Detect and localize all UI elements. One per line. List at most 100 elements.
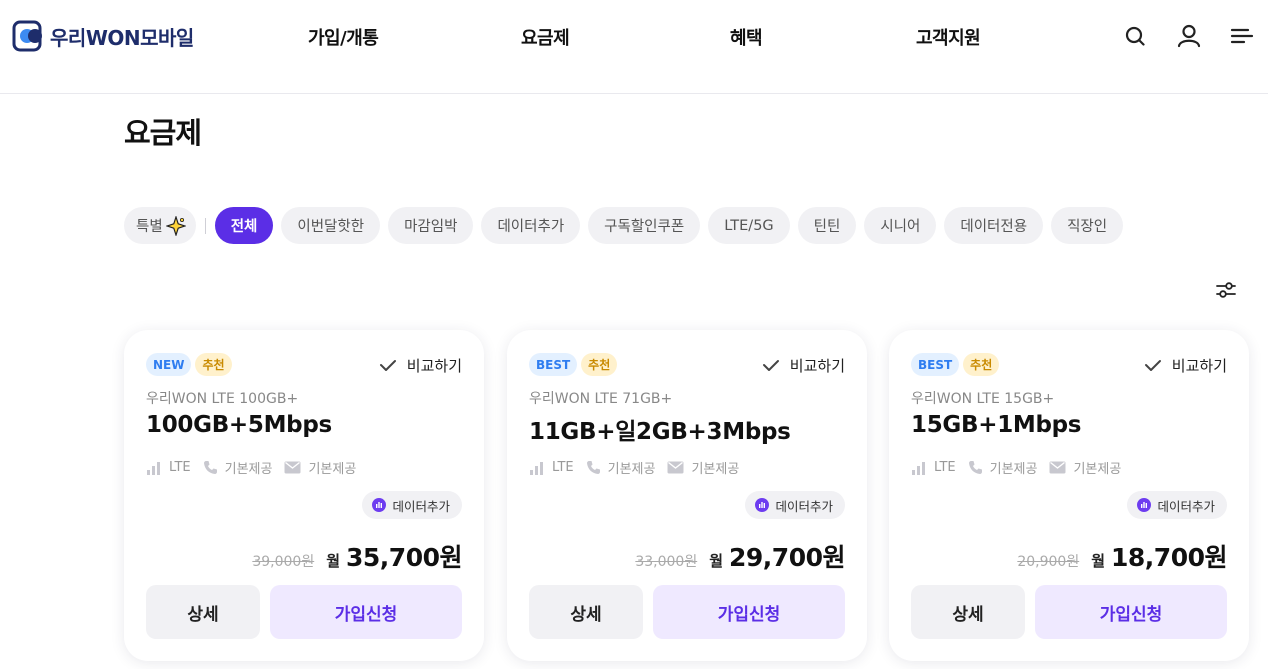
original-price: 33,000원 — [635, 554, 698, 570]
plan-card: BEST 추천 비교하기 우리WON LTE 15GB+ 15GB+1Mbps … — [889, 330, 1249, 661]
nav-support[interactable]: 고객지원 — [916, 24, 981, 50]
data-tag-label: 데이터추가 — [1157, 498, 1215, 514]
logo[interactable]: 우리WON모바일 — [12, 19, 194, 53]
data-tag-label: 데이터추가 — [775, 498, 833, 514]
voice-spec: 기본제공 — [968, 458, 1038, 477]
sms-label: 기본제공 — [308, 462, 357, 477]
phone-icon — [203, 461, 217, 474]
chip-label: 특별 — [136, 219, 163, 235]
nav-benefits[interactable]: 혜택 — [730, 24, 763, 50]
chart-icon — [755, 498, 770, 512]
compare-label: 비교하기 — [789, 357, 845, 375]
sms-spec: 기본제공 — [1049, 458, 1121, 477]
badge-group: BEST 추천 — [529, 353, 618, 376]
network-label: LTE — [169, 460, 191, 475]
month-label: 월 — [326, 552, 341, 570]
plan-subtitle: 우리WON LTE 15GB+ — [911, 391, 1055, 407]
mail-icon — [284, 461, 301, 474]
recommend-badge: 추천 — [195, 353, 232, 376]
data-add-tag: 데이터추가 — [362, 491, 462, 519]
signal-icon — [147, 461, 160, 475]
price-row: 39,000원 월 35,700원 — [252, 538, 462, 574]
network-label: LTE — [934, 460, 956, 475]
network-spec: LTE — [146, 460, 191, 475]
plan-specs: LTE 기본제공 기본제공 — [911, 458, 1133, 477]
category-chips: 특별 전체 이번달핫한 마감임박 데이터추가 구독할인쿠폰 LTE/5G 틴틴 … — [124, 207, 1124, 244]
chip-worker[interactable]: 직장인 — [1051, 207, 1124, 244]
plan-subtitle: 우리WON LTE 71GB+ — [529, 391, 673, 407]
user-icon[interactable] — [1175, 22, 1203, 50]
voice-label: 기본제공 — [989, 462, 1038, 477]
plan-subtitle: 우리WON LTE 100GB+ — [146, 391, 299, 407]
compare-toggle[interactable]: 비교하기 — [379, 355, 462, 376]
chip-hot[interactable]: 이번달핫한 — [281, 207, 381, 244]
join-button[interactable]: 가입신청 — [653, 585, 845, 639]
data-tag-label: 데이터추가 — [392, 498, 450, 514]
logo-text: 우리WON모바일 — [50, 25, 194, 50]
plan-name: 15GB+1Mbps — [911, 412, 1082, 438]
original-price: 20,900원 — [1017, 554, 1080, 570]
badge-group: NEW 추천 — [146, 353, 232, 376]
sale-price: 29,700원 — [729, 543, 845, 572]
original-price: 39,000원 — [252, 554, 315, 570]
voice-spec: 기본제공 — [586, 458, 656, 477]
sms-spec: 기본제공 — [284, 458, 356, 477]
check-icon — [1144, 359, 1161, 371]
compare-toggle[interactable]: 비교하기 — [1144, 355, 1227, 376]
network-spec: LTE — [911, 460, 956, 475]
plan-card: BEST 추천 비교하기 우리WON LTE 71GB+ 11GB+일2GB+3… — [507, 330, 867, 661]
join-button[interactable]: 가입신청 — [270, 585, 462, 639]
filter-settings-icon[interactable] — [1214, 278, 1238, 302]
compare-label: 비교하기 — [1171, 357, 1227, 375]
chip-closing[interactable]: 마감임박 — [388, 207, 474, 244]
mail-icon — [1049, 461, 1066, 474]
chip-teen[interactable]: 틴틴 — [797, 207, 857, 244]
chip-divider — [204, 217, 206, 234]
network-label: LTE — [552, 460, 574, 475]
chip-coupon[interactable]: 구독할인쿠폰 — [588, 207, 701, 244]
search-icon[interactable] — [1122, 22, 1150, 50]
signal-icon — [912, 461, 925, 475]
phone-icon — [586, 461, 600, 474]
plan-specs: LTE 기본제공 기본제공 — [146, 458, 368, 477]
compare-toggle[interactable]: 비교하기 — [762, 355, 845, 376]
data-add-tag: 데이터추가 — [745, 491, 845, 519]
logo-icon — [12, 20, 42, 52]
nav-plans[interactable]: 요금제 — [521, 24, 570, 50]
chip-lte-5g[interactable]: LTE/5G — [708, 207, 790, 244]
month-label: 월 — [1091, 552, 1106, 570]
chip-data-only[interactable]: 데이터전용 — [944, 207, 1044, 244]
chart-icon — [1137, 498, 1152, 512]
sparkle-icon — [165, 215, 186, 236]
voice-label: 기본제공 — [607, 462, 656, 477]
best-badge: BEST — [529, 353, 578, 376]
badge-group: BEST 추천 — [911, 353, 1000, 376]
network-spec: LTE — [529, 460, 574, 475]
detail-button[interactable]: 상세 — [146, 585, 260, 639]
chip-all[interactable]: 전체 — [214, 207, 274, 244]
signal-icon — [530, 461, 543, 475]
plan-specs: LTE 기본제공 기본제공 — [529, 458, 751, 477]
menu-icon[interactable] — [1228, 22, 1256, 50]
compare-label: 비교하기 — [406, 357, 462, 375]
plan-name: 11GB+일2GB+3Mbps — [529, 419, 791, 445]
chip-data-add[interactable]: 데이터추가 — [481, 207, 581, 244]
detail-button[interactable]: 상세 — [529, 585, 643, 639]
page-title: 요금제 — [124, 116, 202, 150]
phone-icon — [968, 461, 982, 474]
sms-label: 기본제공 — [691, 462, 740, 477]
chip-senior[interactable]: 시니어 — [864, 207, 937, 244]
chip-special[interactable]: 특별 — [124, 207, 196, 244]
nav-signup[interactable]: 가입/개통 — [308, 24, 379, 50]
plan-name: 100GB+5Mbps — [146, 412, 332, 438]
sale-price: 18,700원 — [1111, 543, 1227, 572]
join-button[interactable]: 가입신청 — [1035, 585, 1227, 639]
mail-icon — [667, 461, 684, 474]
recommend-badge: 추천 — [963, 353, 1000, 376]
sms-label: 기본제공 — [1073, 462, 1122, 477]
new-badge: NEW — [146, 353, 192, 376]
check-icon — [762, 359, 779, 371]
detail-button[interactable]: 상세 — [911, 585, 1025, 639]
sale-price: 35,700원 — [346, 543, 462, 572]
site-header: 우리WON모바일 가입/개통 요금제 혜택 고객지원 — [0, 0, 1268, 94]
